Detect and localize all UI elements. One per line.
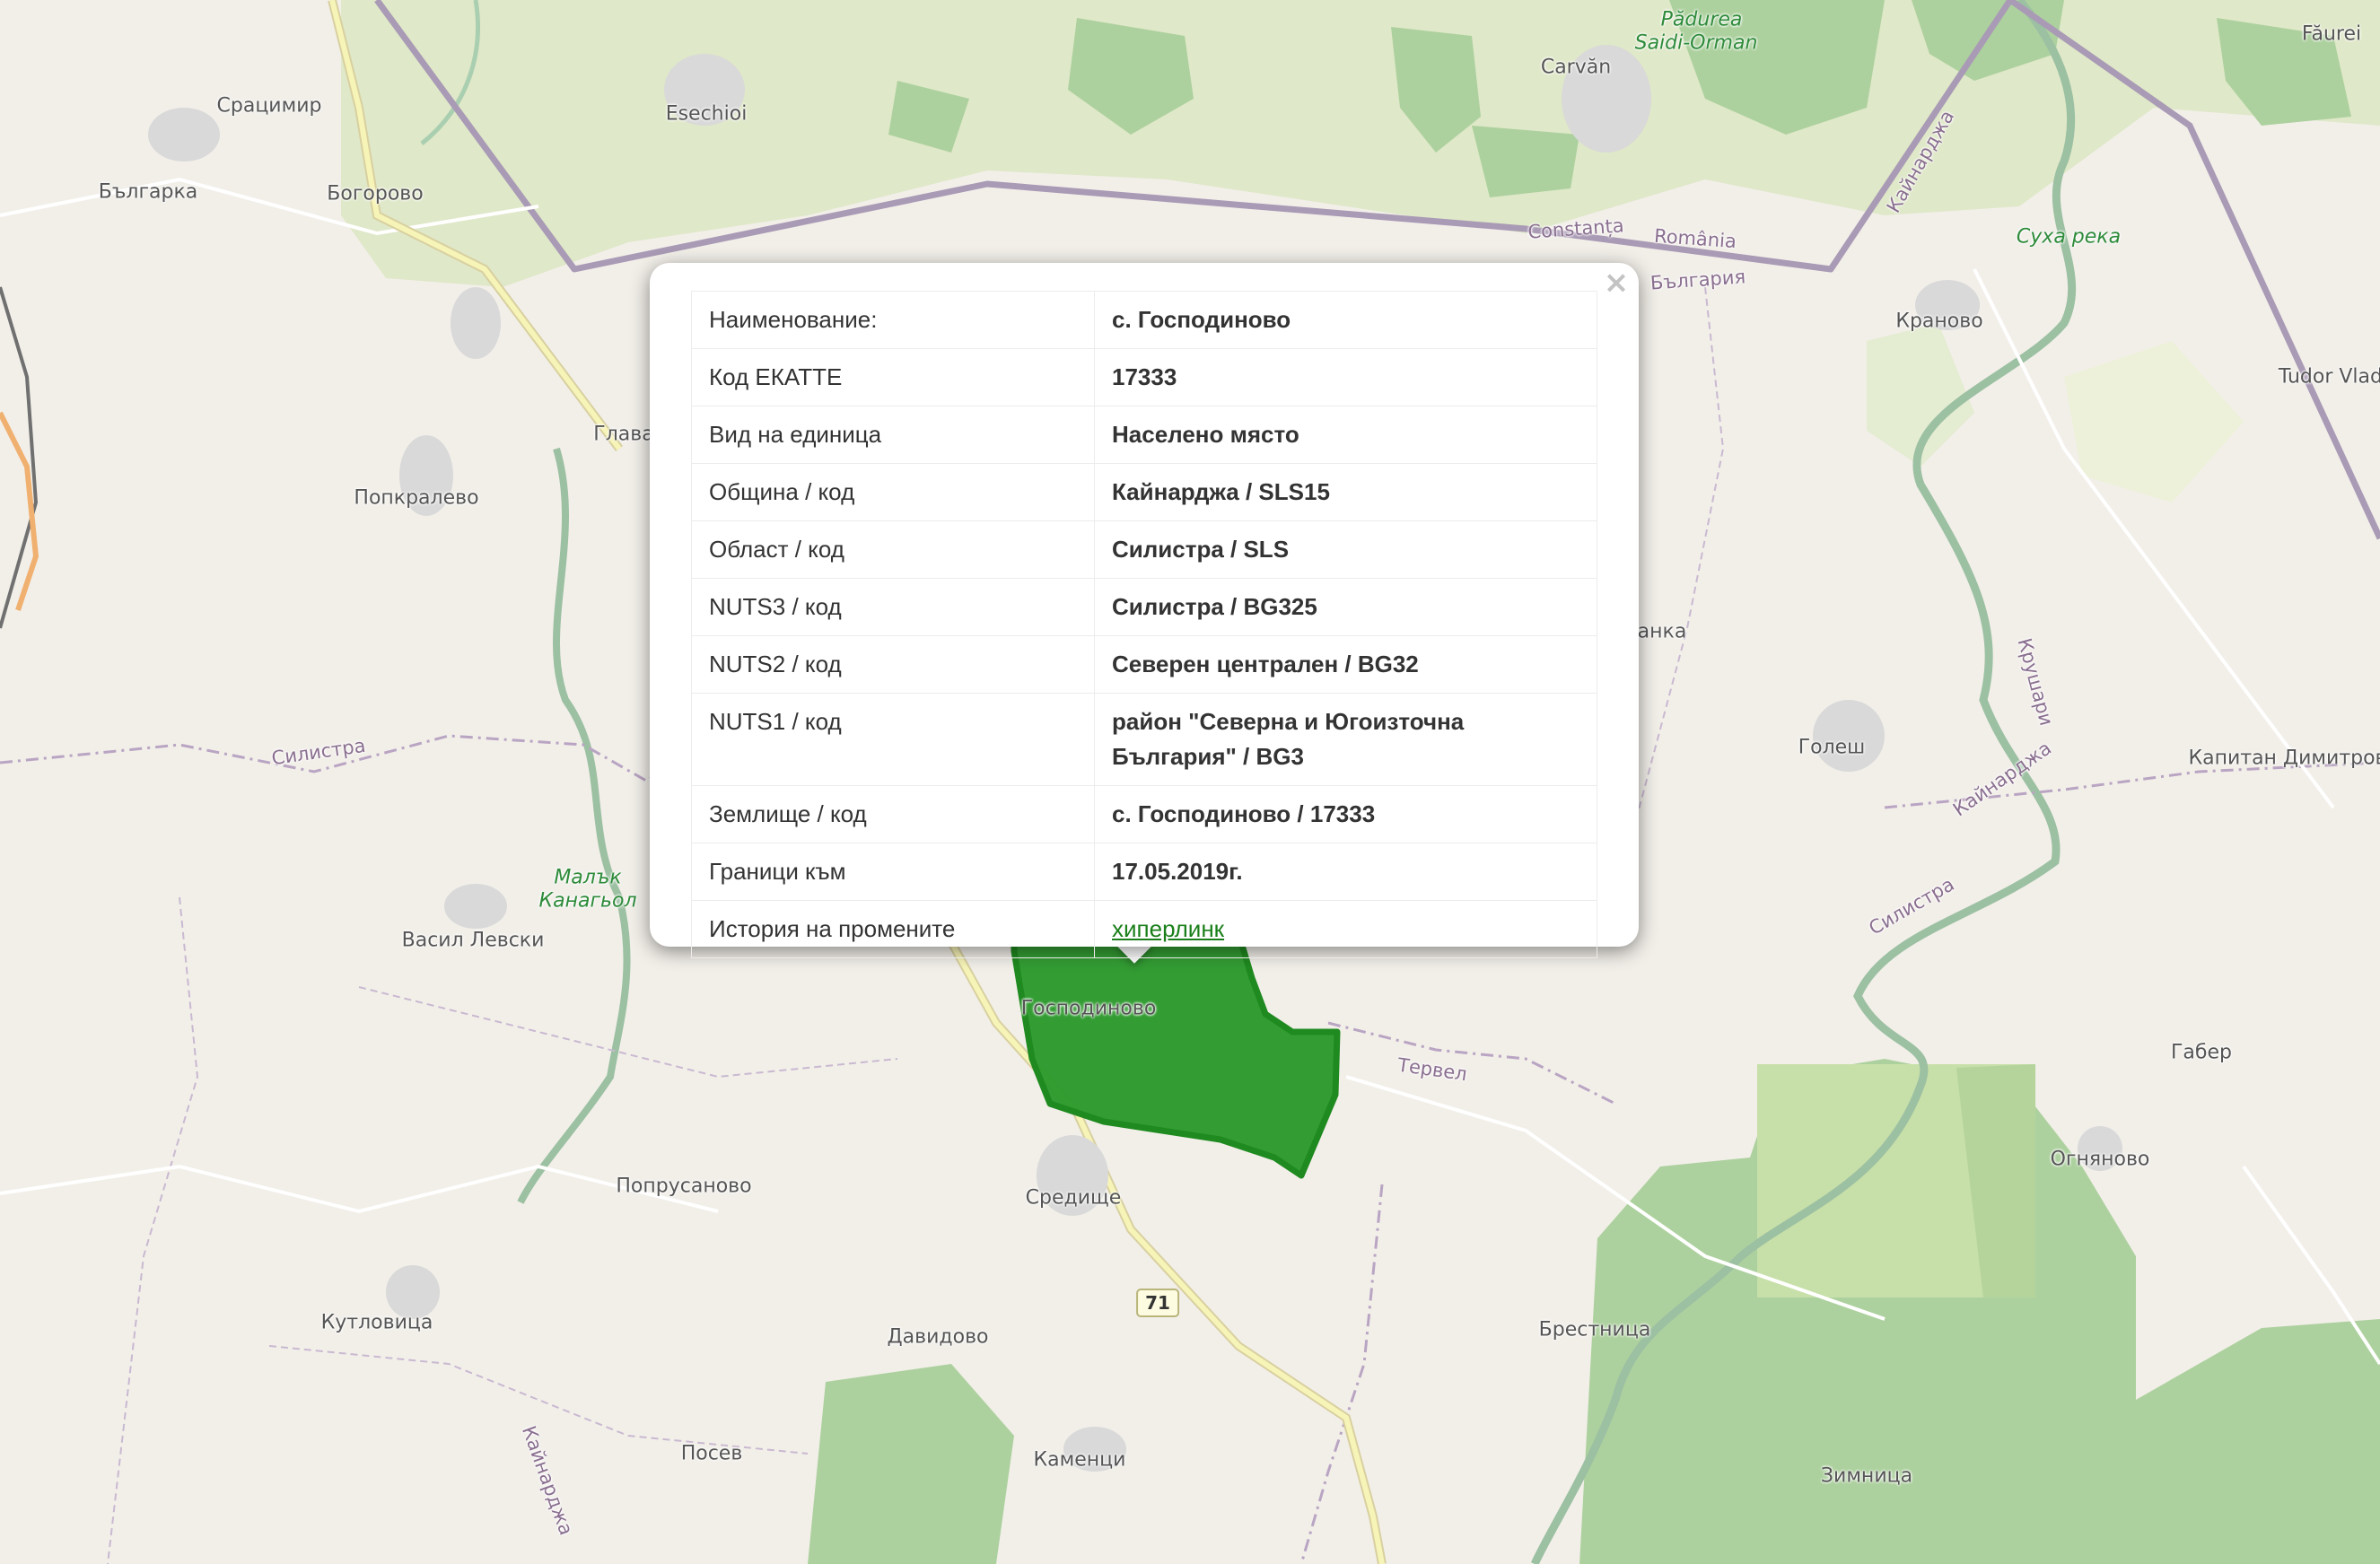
info-value: район "Северна и Югоизточна България" / … [1094,693,1597,786]
info-key: NUTS1 / код [691,693,1095,786]
info-value: Силистра / SLS [1094,520,1597,579]
info-key: Граници към [691,843,1095,901]
forest-area [2118,1319,2380,1564]
info-key: Землище / код [691,785,1095,843]
admin-border [1327,1021,1616,1105]
place-label: Капитан Димитров [2188,747,2380,770]
info-row: Община / код Кайнарджа / SLS15 [691,463,1597,521]
info-row: Вид на единица Населено място [691,406,1597,464]
settlement-area [451,287,501,359]
place-label: Средище [1025,1186,1122,1210]
forest-label: Pădurea [1660,8,1743,31]
place-label: Кранoво [1895,310,1983,333]
place-label: Габер [2171,1041,2232,1064]
river-label: Канагьол [538,889,637,913]
place-label: Посев [680,1442,743,1465]
place-label: Зимница [1820,1464,1913,1488]
info-table: Наименование: с. Господиново Код ЕКАТТЕ 173… [691,291,1597,958]
info-value: с. Господиново / 17333 [1094,785,1597,843]
place-label: Попрусаново [616,1175,752,1198]
river-label: Суха река [2016,225,2122,249]
info-value: Силистра / BG325 [1094,578,1597,636]
admin-border [358,986,898,1079]
info-value: с. Господиново [1094,291,1597,349]
info-key: Община / код [691,463,1095,521]
info-key: История на промените [691,900,1095,958]
info-row: Наименование: с. Господиново [691,291,1597,349]
info-row: История на промените хиперлинк [691,900,1597,958]
place-label: анка [1637,620,1687,643]
info-key: NUTS3 / код [691,578,1095,636]
place-label: Глава [593,423,654,446]
place-label: Carvăn [1540,56,1612,79]
close-icon[interactable]: × [1603,267,1630,298]
info-row: NUTS1 / код район "Северна и Югоизточна Б… [691,693,1597,786]
info-key: NUTS2 / код [691,635,1095,694]
place-label: Făurei [2301,22,2362,46]
info-value: хиперлинк [1094,900,1597,958]
info-value: Северен централен / BG32 [1094,635,1597,694]
place-label: Tudor Vladi [2278,365,2380,389]
forest-area [808,1364,1014,1564]
info-row: Код ЕКАТТЕ 17333 [691,348,1597,406]
info-value: 17.05.2019г. [1094,843,1597,901]
river [517,447,631,1204]
place-label: Каменци [1033,1448,1126,1472]
forest-label: Saidi-Orman [1634,31,1758,55]
place-label: Огняново [2050,1148,2150,1171]
forest-area [2064,341,2244,502]
info-value: Кайнарджа / SLS15 [1094,463,1597,521]
place-label: Господиново [1020,997,1157,1020]
info-row: Землище / код с. Господиново / 17333 [691,785,1597,843]
place-label: Голеш [1798,736,1866,759]
place-label: Богорово [327,182,424,205]
minor-road [0,1164,719,1214]
place-label: Срацимир [216,94,322,118]
info-key: Област / код [691,520,1095,579]
info-key: Код ЕКАТТЕ [691,348,1095,406]
place-label: Васил Левски [401,929,545,952]
info-row: Област / код Силистра / SLS [691,520,1597,579]
place-label: Попкралево [354,486,479,510]
info-row: NUTS3 / код Силистра / BG325 [691,578,1597,636]
history-link[interactable]: хиперлинк [1112,915,1224,942]
place-label: Българка [98,180,198,204]
place-label: Esechioi [665,102,748,126]
info-row: Граници към 17.05.2019г. [691,843,1597,901]
settlement-area [444,884,507,929]
road-shield-71: 71 [1136,1289,1179,1317]
info-key: Наименование: [691,291,1095,349]
place-label: Давидово [887,1325,989,1349]
place-label: Брестница [1538,1318,1651,1341]
info-value: Населено място [1094,406,1597,464]
place-label: Кутловица [320,1311,433,1334]
river-label: Малък [554,866,622,889]
info-key: Вид на единица [691,406,1095,464]
admin-border [107,896,199,1564]
info-row: NUTS2 / код Северен централен / BG32 [691,635,1597,694]
info-value: 17333 [1094,348,1597,406]
forest-area [1472,126,1579,197]
settlement-area [148,108,220,162]
